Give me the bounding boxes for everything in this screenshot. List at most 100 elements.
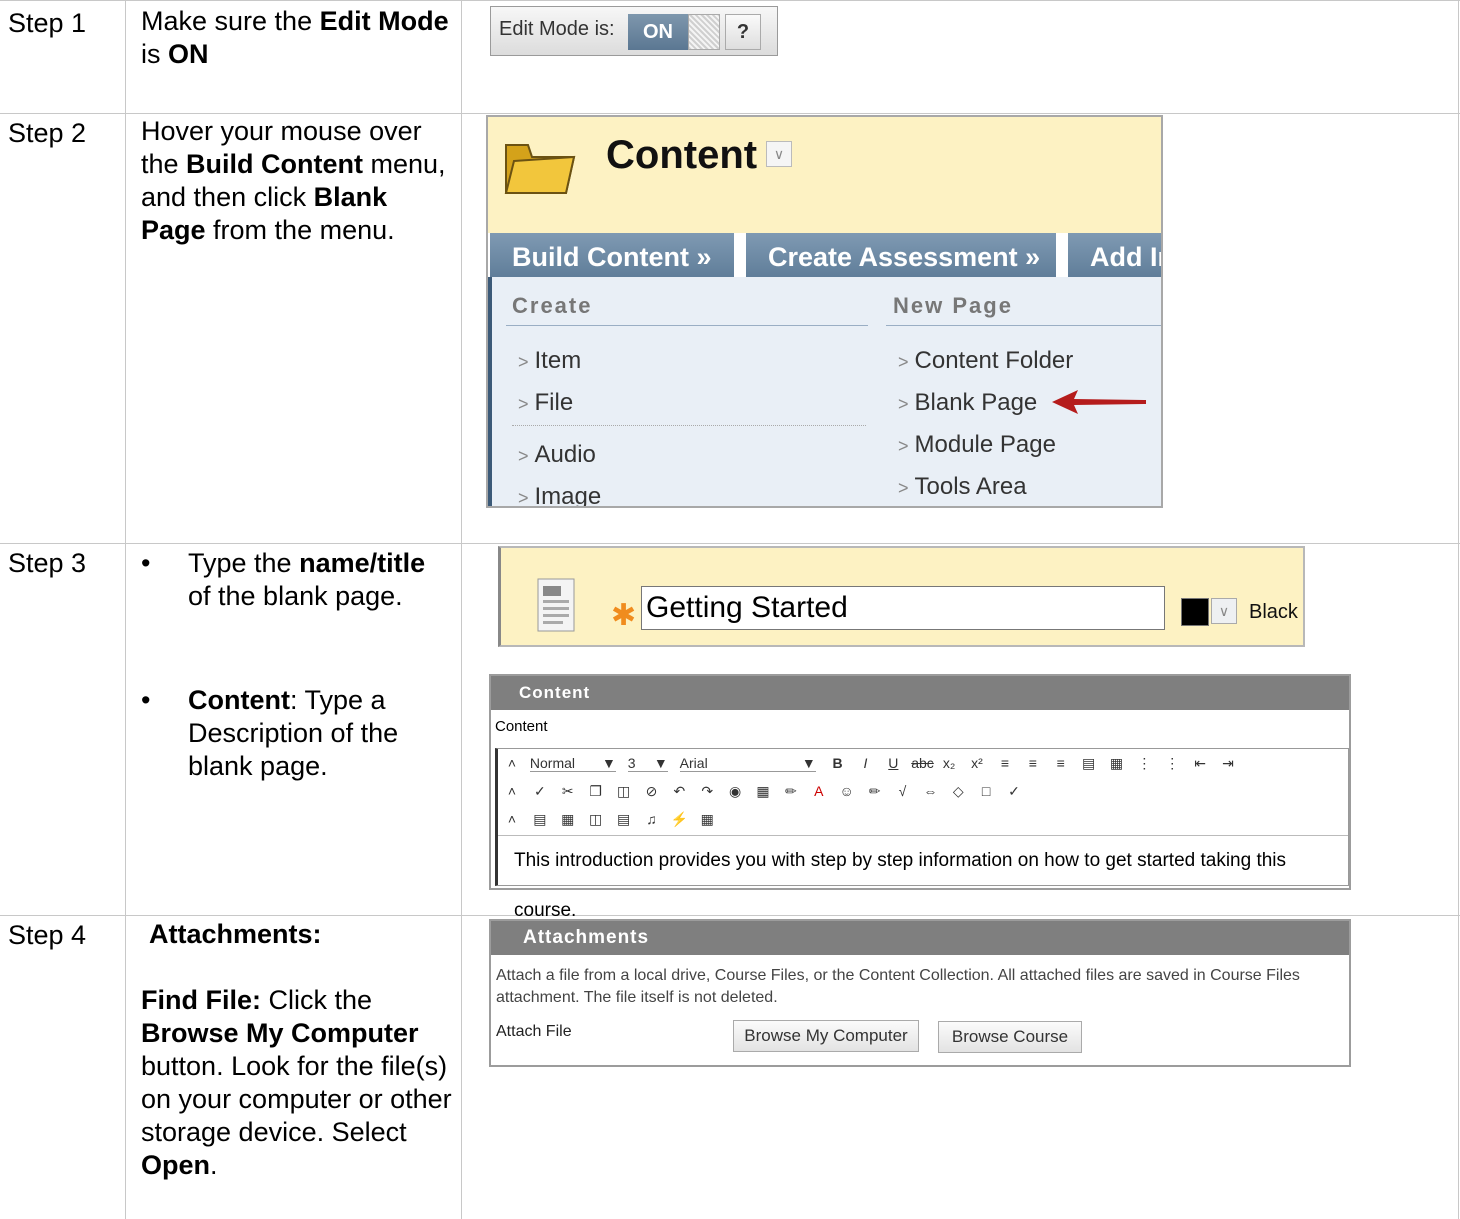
color-label: Black bbox=[1249, 601, 1298, 623]
menu-item-blank-page[interactable]: > Blank Page bbox=[898, 389, 1037, 417]
link-icon[interactable]: ◉ bbox=[725, 783, 745, 800]
highlight-icon[interactable]: ✏ bbox=[865, 783, 885, 800]
check-icon[interactable]: ✓ bbox=[1004, 783, 1024, 800]
step-3-bullet-1: • Type the name/title of the blank page. bbox=[141, 548, 426, 611]
chevron-right-icon: > bbox=[898, 436, 909, 456]
font-family-select[interactable]: Arial ▼ bbox=[679, 755, 816, 772]
name-input[interactable]: Getting Started bbox=[641, 586, 1165, 630]
font-size-select[interactable]: 3 ▼ bbox=[627, 755, 668, 772]
bullet-list-icon[interactable]: ⋮ bbox=[1162, 755, 1182, 772]
copy-icon[interactable]: ❐ bbox=[586, 783, 606, 800]
align-left-icon[interactable]: ≡ bbox=[995, 755, 1015, 771]
add-interactive-button[interactable]: Add In bbox=[1068, 233, 1161, 281]
content-section-header: Content bbox=[491, 676, 1349, 710]
replace-icon[interactable]: ▦ bbox=[1106, 755, 1126, 772]
paragraph-style-select[interactable]: Normal ▼ bbox=[529, 755, 616, 772]
emoticon-icon[interactable]: ☺ bbox=[837, 783, 857, 799]
chevron-right-icon: > bbox=[898, 478, 909, 498]
folder-icon bbox=[504, 144, 576, 194]
attach-file-label: Attach File bbox=[496, 1023, 572, 1040]
align-center-icon[interactable]: ≡ bbox=[1023, 755, 1043, 771]
audio-icon[interactable]: ♫ bbox=[641, 811, 661, 827]
flash-icon[interactable]: ⚡ bbox=[669, 811, 689, 828]
divider bbox=[886, 325, 1161, 326]
outdent-icon[interactable]: ⇤ bbox=[1190, 755, 1210, 772]
superscript-icon[interactable]: x² bbox=[967, 755, 987, 771]
content-title: Content bbox=[606, 133, 758, 177]
edit-mode-off-slider[interactable] bbox=[688, 14, 720, 50]
row-divider bbox=[0, 0, 1460, 1]
collapse-icon[interactable]: ˄ bbox=[502, 811, 522, 827]
document-icon[interactable]: ▤ bbox=[614, 811, 634, 828]
cut-icon[interactable]: ✂ bbox=[558, 783, 578, 800]
paste-icon[interactable]: ◫ bbox=[614, 783, 634, 800]
step-1-label: Step 1 bbox=[8, 8, 87, 38]
attachments-section-header: Attachments bbox=[491, 921, 1349, 955]
subscript-icon[interactable]: x₂ bbox=[939, 755, 959, 771]
browse-course-button[interactable]: Browse Course bbox=[938, 1021, 1082, 1053]
undo-icon[interactable]: ↶ bbox=[669, 783, 689, 800]
divider bbox=[506, 325, 868, 326]
table-icon[interactable]: ▦ bbox=[753, 783, 773, 800]
html-icon[interactable]: ◇ bbox=[948, 783, 968, 800]
menu-item-module-page[interactable]: > Module Page bbox=[898, 431, 1056, 459]
step-3-label: Step 3 bbox=[8, 548, 87, 578]
action-bar: Build Content » Create Assessment » Add … bbox=[488, 233, 1161, 281]
bold-icon[interactable]: B bbox=[828, 755, 848, 771]
attachments-screenshot: Attachments Attach a file from a local d… bbox=[489, 919, 1351, 1067]
content-area-screenshot: Content ∨ Build Content » Create Assessm… bbox=[486, 115, 1163, 508]
indent-icon[interactable]: ⇥ bbox=[1218, 755, 1238, 772]
math-icon[interactable]: √ bbox=[892, 783, 912, 799]
pencil-icon[interactable]: ✏ bbox=[781, 783, 801, 800]
menu-item-image[interactable]: > Image bbox=[518, 483, 601, 506]
menu-item-tools-area[interactable]: > Tools Area bbox=[898, 473, 1027, 501]
build-content-button[interactable]: Build Content » bbox=[490, 233, 734, 281]
menu-item-file[interactable]: > File bbox=[518, 389, 573, 417]
collapse-icon[interactable]: ˄ bbox=[502, 755, 522, 771]
image-icon[interactable]: ▦ bbox=[558, 811, 578, 828]
row-divider bbox=[0, 113, 1460, 114]
create-assessment-button[interactable]: Create Assessment » bbox=[746, 233, 1056, 281]
divider bbox=[512, 425, 866, 426]
color-swatch[interactable] bbox=[1181, 598, 1209, 626]
strikethrough-icon[interactable]: abc bbox=[911, 755, 934, 771]
align-right-icon[interactable]: ≡ bbox=[1051, 755, 1071, 771]
editor-body-text[interactable]: This introduction provides you with step… bbox=[498, 835, 1348, 921]
spellcheck-icon[interactable]: ✓ bbox=[530, 783, 550, 800]
step-1-instruction: Make sure the Edit Mode is ON bbox=[141, 6, 449, 69]
browse-my-computer-button[interactable]: Browse My Computer bbox=[733, 1020, 919, 1052]
create-header: Create bbox=[512, 293, 593, 318]
find-icon[interactable]: ▤ bbox=[1079, 755, 1099, 772]
help-button[interactable]: ? bbox=[725, 14, 761, 50]
underline-icon[interactable]: U bbox=[883, 755, 903, 771]
column-divider bbox=[461, 0, 462, 1219]
step-4-instruction: Attachments: Find File: Click the Browse… bbox=[141, 919, 452, 1180]
step-4-label: Step 4 bbox=[8, 920, 87, 950]
numbered-list-icon[interactable]: ⋮ bbox=[1134, 755, 1154, 772]
text-color-icon[interactable]: A bbox=[809, 783, 829, 799]
toolbar-row-1: ˄ Normal ▼ 3 ▼ Arial ▼ B I U abc x₂ x² ≡… bbox=[502, 755, 1242, 772]
step-2-label: Step 2 bbox=[8, 118, 87, 148]
redo-icon[interactable]: ↷ bbox=[697, 783, 717, 800]
required-star-icon: ✱ bbox=[611, 599, 637, 632]
column-divider bbox=[125, 0, 126, 1219]
italic-icon[interactable]: I bbox=[855, 755, 875, 771]
chevron-down-icon: » bbox=[1025, 242, 1041, 272]
chevron-down-icon[interactable]: ∨ bbox=[766, 141, 792, 167]
attachments-description: Attach a file from a local drive, Course… bbox=[496, 967, 1300, 1006]
fullscreen-icon[interactable]: □ bbox=[976, 783, 996, 799]
chevron-right-icon: > bbox=[518, 446, 529, 466]
row-divider bbox=[0, 543, 1460, 544]
menu-item-content-folder[interactable]: > Content Folder bbox=[898, 347, 1073, 375]
edit-mode-on-button[interactable]: ON bbox=[628, 14, 688, 50]
remove-format-icon[interactable]: ⊘ bbox=[641, 783, 661, 800]
media-icon[interactable]: ◫ bbox=[586, 811, 606, 828]
embed-icon[interactable]: ⇔ bbox=[920, 783, 940, 799]
attach-file-icon[interactable]: ▤ bbox=[530, 811, 550, 828]
menu-item-audio[interactable]: > Audio bbox=[518, 441, 596, 469]
mashup-icon[interactable]: ▦ bbox=[697, 811, 717, 828]
collapse-icon[interactable]: ˄ bbox=[502, 783, 522, 799]
chevron-down-icon[interactable]: ∨ bbox=[1211, 598, 1237, 624]
menu-item-item[interactable]: > Item bbox=[518, 347, 581, 375]
editor-toolbar: ˄ Normal ▼ 3 ▼ Arial ▼ B I U abc x₂ x² ≡… bbox=[495, 748, 1349, 921]
